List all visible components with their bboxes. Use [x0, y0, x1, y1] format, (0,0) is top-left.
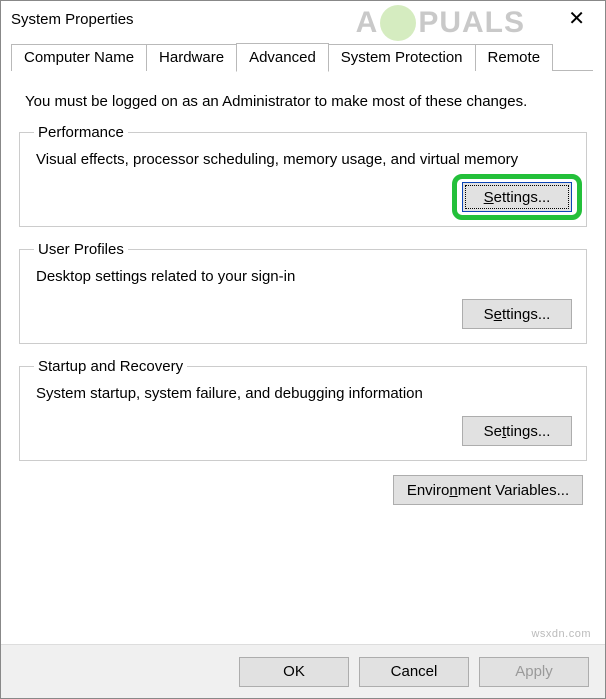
tab-computer-name[interactable]: Computer Name	[11, 44, 147, 71]
performance-settings-button[interactable]: Settings...	[462, 182, 572, 212]
system-properties-window: System Properties ✕ A PUALS Computer Nam…	[0, 0, 606, 699]
cancel-button[interactable]: Cancel	[359, 657, 469, 687]
tabstrip: Computer Name Hardware Advanced System P…	[1, 41, 605, 71]
desc-user-profiles: Desktop settings related to your sign-in	[36, 268, 572, 285]
tab-remote[interactable]: Remote	[475, 44, 554, 71]
desc-startup-recovery: System startup, system failure, and debu…	[36, 385, 572, 402]
startup-recovery-settings-button[interactable]: Settings...	[462, 416, 572, 446]
close-icon[interactable]: ✕	[558, 9, 595, 29]
titlebar: System Properties ✕	[1, 1, 605, 37]
wsxdn-text: wsxdn.com	[531, 628, 591, 640]
group-startup-recovery: Startup and Recovery System startup, sys…	[19, 358, 587, 461]
tab-advanced[interactable]: Advanced	[236, 43, 329, 72]
window-title: System Properties	[11, 11, 558, 28]
dialog-button-bar: OK Cancel Apply	[1, 644, 605, 698]
group-user-profiles: User Profiles Desktop settings related t…	[19, 241, 587, 344]
group-performance: Performance Visual effects, processor sc…	[19, 124, 587, 227]
legend-user-profiles: User Profiles	[34, 241, 128, 258]
tab-content-advanced: You must be logged on as an Administrato…	[1, 71, 605, 515]
apply-button[interactable]: Apply	[479, 657, 589, 687]
desc-performance: Visual effects, processor scheduling, me…	[36, 151, 572, 168]
user-profiles-settings-button[interactable]: Settings...	[462, 299, 572, 329]
legend-startup-recovery: Startup and Recovery	[34, 358, 187, 375]
environment-variables-button[interactable]: Environment Variables...	[393, 475, 583, 505]
intro-text: You must be logged on as an Administrato…	[25, 93, 581, 110]
ok-button[interactable]: OK	[239, 657, 349, 687]
legend-performance: Performance	[34, 124, 128, 141]
tab-hardware[interactable]: Hardware	[146, 44, 237, 71]
tab-system-protection[interactable]: System Protection	[328, 44, 476, 71]
